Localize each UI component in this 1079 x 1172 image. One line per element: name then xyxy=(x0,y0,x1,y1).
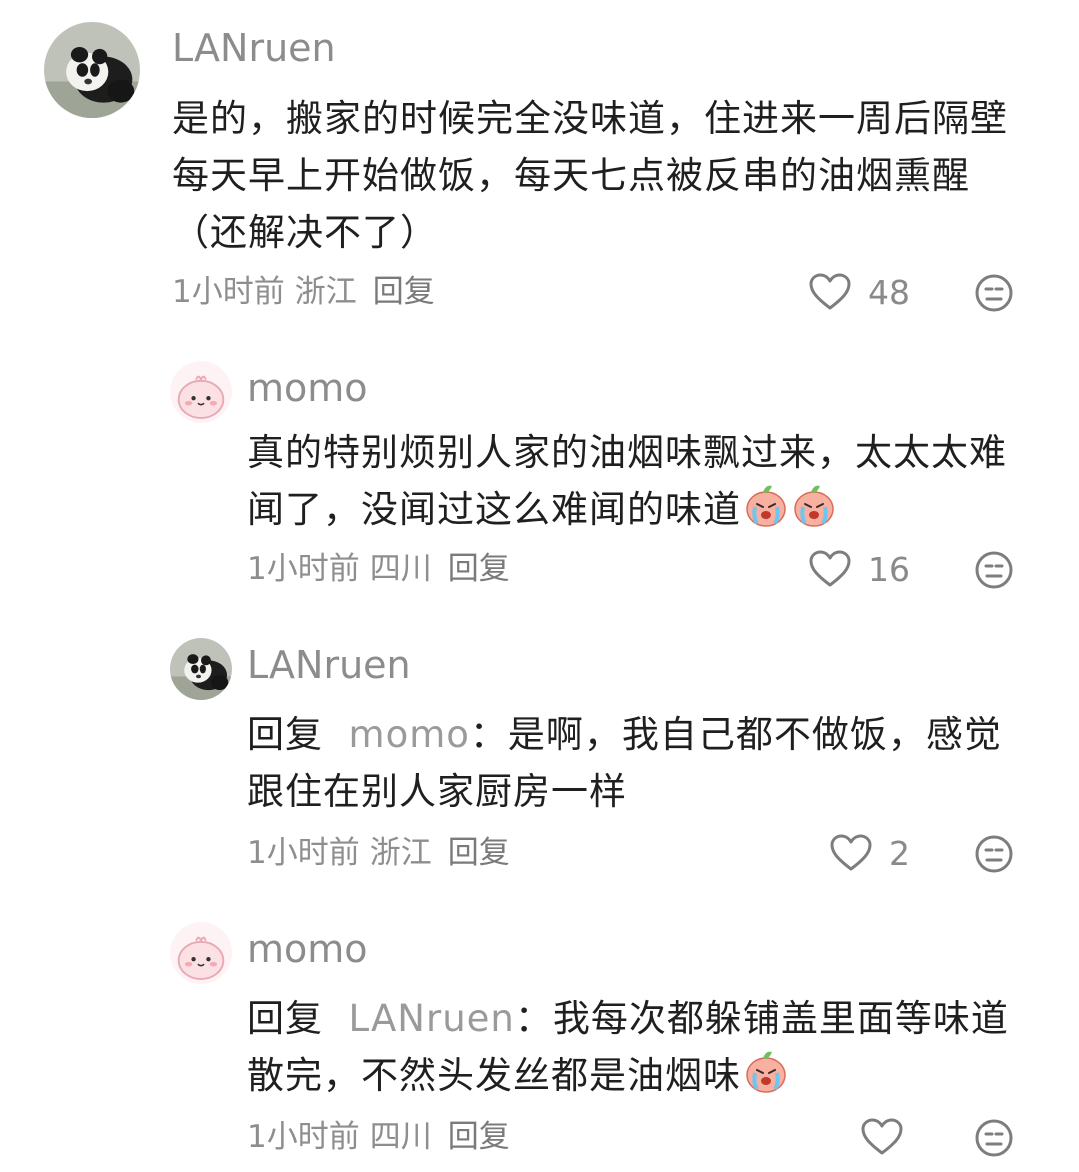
comment-time: 1小时前 xyxy=(247,1119,360,1155)
comment-location: 四川 xyxy=(369,1119,432,1155)
user-avatar[interactable] xyxy=(170,361,232,423)
like-button[interactable]: 2 xyxy=(829,833,910,873)
dislike-face-icon xyxy=(974,1118,1014,1158)
dislike-face-icon xyxy=(974,834,1014,874)
comment-location: 浙江 xyxy=(369,835,432,871)
reply-button[interactable]: 回复 xyxy=(448,835,510,871)
dislike-button[interactable] xyxy=(974,1118,1014,1158)
comment-location: 浙江 xyxy=(294,274,357,310)
heart-outline-icon xyxy=(808,272,852,312)
like-count: 48 xyxy=(868,272,910,312)
reply-button[interactable]: 回复 xyxy=(448,551,510,587)
reply-button[interactable]: 回复 xyxy=(448,1119,510,1155)
reply-button[interactable]: 回复 xyxy=(373,274,435,310)
dislike-button[interactable] xyxy=(974,834,1014,874)
user-avatar[interactable] xyxy=(170,638,232,700)
heart-outline-icon xyxy=(860,1117,904,1157)
comment-text: 回复 momo：是啊，我自己都不做饭，感觉跟住在别人家厨房一样 xyxy=(247,706,1027,820)
mention-username[interactable]: momo xyxy=(349,713,470,756)
user-avatar[interactable] xyxy=(44,22,140,118)
comment-meta: 1小时前 四川 回复 xyxy=(247,1117,520,1157)
dislike-face-icon xyxy=(974,550,1014,590)
comment-text: 回复 LANruen：我每次都躲铺盖里面等味道散完，不然头发丝都是油烟味 xyxy=(247,990,1027,1104)
comment-text: 真的特别烦别人家的油烟味飘过来，太太太难闻了，没闻过这么难闻的味道 xyxy=(247,424,1017,538)
comment-username[interactable]: LANruen xyxy=(172,26,336,70)
heart-outline-icon xyxy=(808,549,852,589)
comment-time: 1小时前 xyxy=(172,274,285,310)
crying-peach-emoji xyxy=(791,482,837,528)
user-avatar[interactable] xyxy=(170,922,232,984)
like-button[interactable]: 48 xyxy=(808,272,910,312)
dislike-button[interactable] xyxy=(974,273,1014,313)
heart-outline-icon xyxy=(829,833,873,873)
comment-text-content: 真的特别烦别人家的油烟味飘过来，太太太难闻了，没闻过这么难闻的味道 xyxy=(247,431,1007,531)
comment-text: 是的，搬家的时候完全没味道，住进来一周后隔壁每天早上开始做饭，每天七点被反串的油… xyxy=(172,97,1008,254)
like-button[interactable] xyxy=(860,1117,904,1157)
like-count: 2 xyxy=(889,833,910,873)
comment-meta: 1小时前 四川 回复 xyxy=(247,549,520,589)
comment-username[interactable]: LANruen xyxy=(247,643,411,687)
reply-prefix: 回复 xyxy=(247,713,323,756)
reply-prefix: 回复 xyxy=(247,997,323,1040)
comment-time: 1小时前 xyxy=(247,551,360,587)
comment-meta: 1小时前 浙江 回复 xyxy=(172,272,445,312)
mention-username[interactable]: LANruen xyxy=(349,997,515,1040)
crying-peach-emoji xyxy=(743,1048,789,1094)
like-count: 16 xyxy=(868,549,910,589)
dislike-button[interactable] xyxy=(974,550,1014,590)
comment-username[interactable]: momo xyxy=(247,366,368,410)
comment-location: 四川 xyxy=(369,551,432,587)
comment-meta: 1小时前 浙江 回复 xyxy=(247,833,520,873)
comment-username[interactable]: momo xyxy=(247,927,368,971)
dislike-face-icon xyxy=(974,273,1014,313)
crying-peach-emoji xyxy=(743,482,789,528)
comment-time: 1小时前 xyxy=(247,835,360,871)
like-button[interactable]: 16 xyxy=(808,549,910,589)
